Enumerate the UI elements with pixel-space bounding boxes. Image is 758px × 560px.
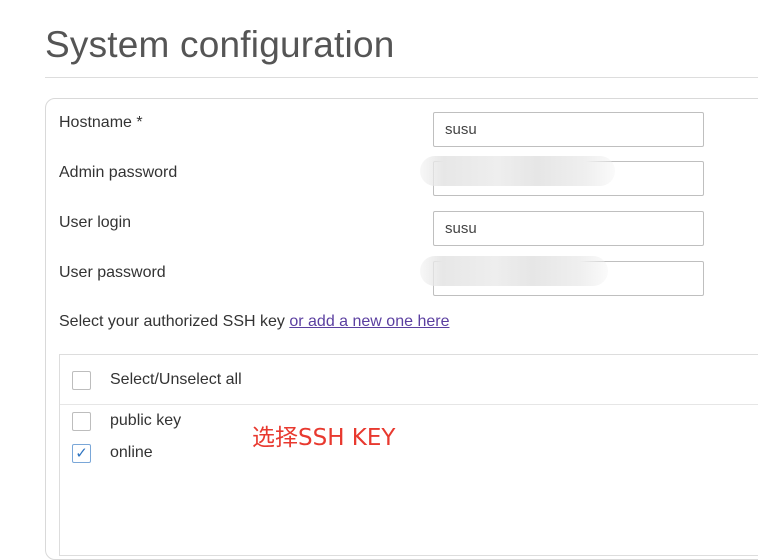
online-key-checkbox[interactable]: ✓	[72, 444, 91, 463]
user-login-label: User login	[59, 214, 132, 231]
user-login-input[interactable]	[433, 211, 704, 246]
page-title: System configuration	[45, 24, 395, 65]
online-key-label: online	[110, 444, 153, 461]
redaction-mask	[420, 156, 615, 186]
select-all-label: Select/Unselect all	[110, 371, 242, 388]
ssh-key-prompt-text: Select your authorized SSH key	[59, 313, 285, 330]
select-all-checkbox[interactable]	[72, 371, 91, 390]
hostname-label: Hostname *	[59, 114, 143, 131]
annotation-text: 选择SSH KEY	[252, 425, 396, 451]
checkmark-icon: ✓	[75, 445, 88, 462]
add-ssh-key-link[interactable]: or add a new one here	[289, 313, 449, 330]
public-key-checkbox[interactable]	[72, 412, 91, 431]
key-list-divider	[60, 404, 758, 405]
hostname-input[interactable]	[433, 112, 704, 147]
redaction-mask	[420, 256, 608, 286]
title-divider	[45, 77, 758, 78]
user-password-label: User password	[59, 264, 166, 281]
public-key-label: public key	[110, 412, 182, 429]
admin-password-label: Admin password	[59, 164, 178, 181]
ssh-key-prompt: Select your authorized SSH key or add a …	[59, 313, 449, 331]
